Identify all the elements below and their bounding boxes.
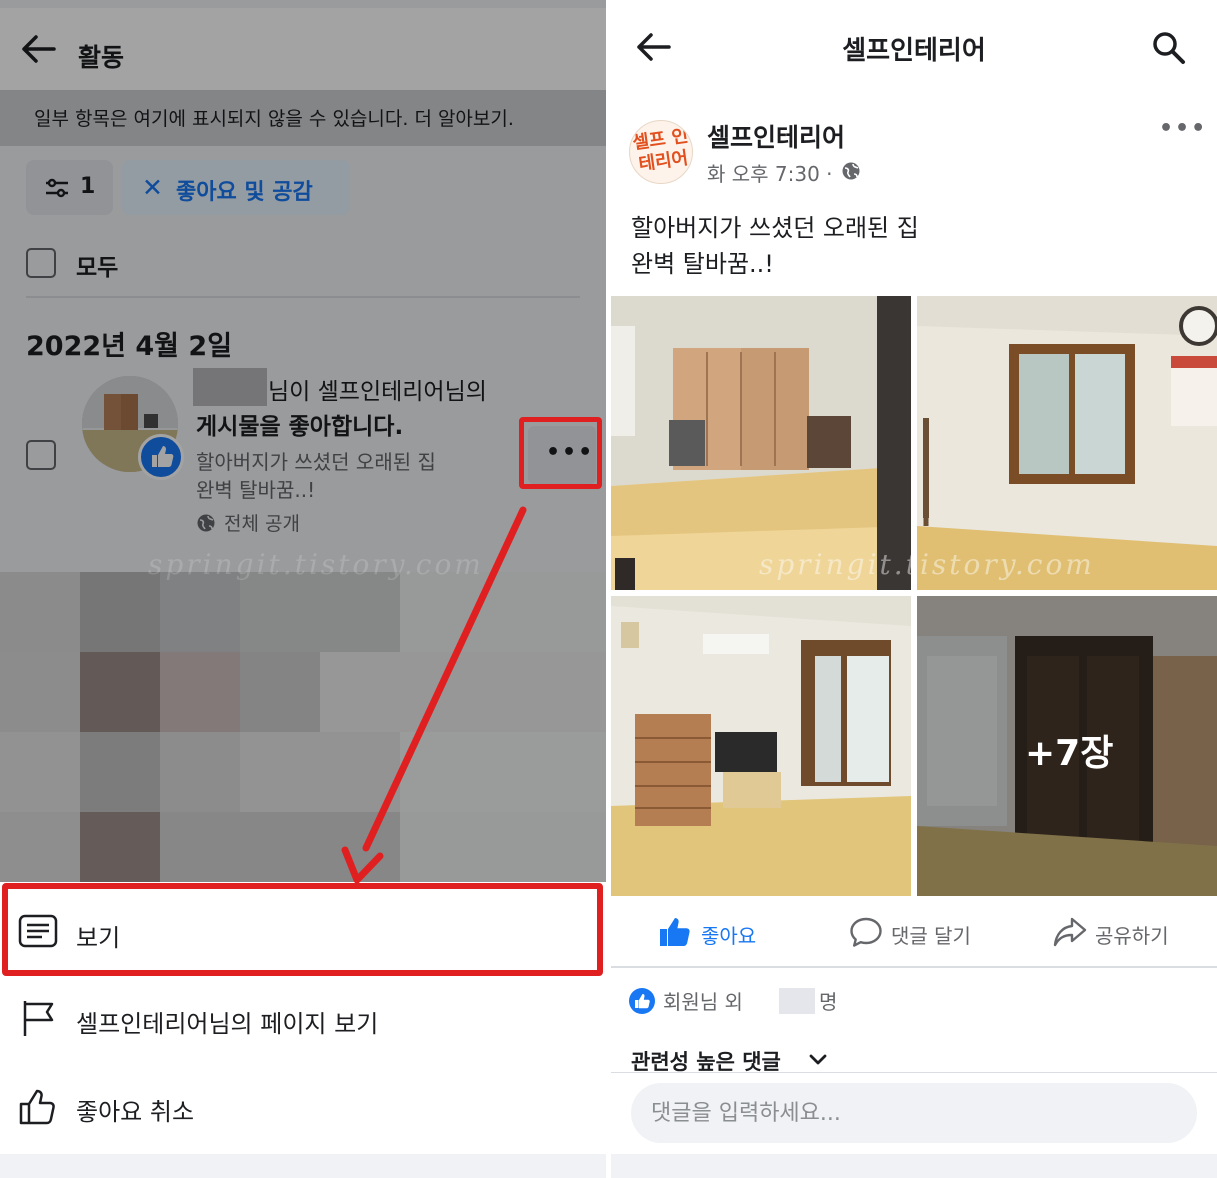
- sheet-item-view-page-label: 셀프인테리어님의 페이지 보기: [76, 1010, 379, 1038]
- watermark: springit.tistory.com: [148, 548, 484, 581]
- bottom-strip: [611, 1154, 1217, 1178]
- divider: [611, 966, 1217, 968]
- comment-icon: [850, 917, 882, 947]
- comment-input[interactable]: [631, 1083, 1197, 1143]
- post-photo-more[interactable]: +7장: [917, 596, 1217, 896]
- share-icon: [1053, 917, 1087, 947]
- search-icon[interactable]: [1151, 30, 1187, 70]
- more-photos-count: +7장: [1025, 733, 1114, 774]
- like-button[interactable]: 좋아요: [659, 916, 756, 950]
- post-text-line1: 할아버지가 쓰셨던 오래된 집: [631, 214, 919, 242]
- sheet-item-view-page[interactable]: 셀프인테리어님의 페이지 보기: [0, 978, 606, 1066]
- annotation-highlight-more: [519, 417, 602, 489]
- post-photo-3[interactable]: [611, 596, 911, 896]
- post-action-bar: 좋아요 댓글 달기 공유하기: [611, 900, 1217, 966]
- reaction-suffix: 명: [819, 990, 838, 1014]
- redacted-count: [779, 988, 815, 1014]
- comment-label: 댓글 달기: [891, 924, 971, 948]
- thumbs-up-outline-icon: [18, 1088, 58, 1130]
- sheet-item-unlike[interactable]: 좋아요 취소: [0, 1066, 606, 1154]
- more-dots-icon[interactable]: •••: [1159, 116, 1207, 141]
- page-title: 셀프인테리어: [842, 36, 986, 66]
- like-label: 좋아요: [701, 924, 757, 948]
- flag-icon: [18, 998, 58, 1042]
- reaction-prefix: 회원님 외: [663, 990, 743, 1014]
- page-avatar[interactable]: 셀프 인테리어: [629, 120, 693, 184]
- post-photo-1[interactable]: [611, 296, 911, 590]
- activity-log-panel: 활동 일부 항목은 여기에 표시되지 않을 수 있습니다. 더 알아보기. 1 …: [0, 0, 606, 1178]
- globe-icon: [841, 161, 861, 185]
- annotation-highlight-view: [2, 883, 603, 976]
- post-author[interactable]: 셀프인테리어: [707, 118, 845, 154]
- post-text-line2: 완벽 탈바꿈..!: [631, 250, 774, 278]
- share-label: 공유하기: [1095, 924, 1169, 948]
- post-detail-panel: 셀프인테리어 셀프 인테리어 셀프인테리어 화 오후 7:30 · ••• 할아…: [611, 0, 1217, 1178]
- modal-dim-overlay[interactable]: [0, 0, 606, 882]
- watermark: springit.tistory.com: [759, 548, 1095, 581]
- comment-button[interactable]: 댓글 달기: [849, 916, 971, 950]
- bottom-strip: [0, 1154, 606, 1178]
- share-button[interactable]: 공유하기: [1053, 916, 1169, 950]
- sheet-item-unlike-label: 좋아요 취소: [76, 1098, 195, 1126]
- chevron-down-icon[interactable]: [809, 1052, 827, 1071]
- post-photo-2[interactable]: [917, 296, 1217, 590]
- post-timestamp[interactable]: 화 오후 7:30 ·: [707, 158, 833, 187]
- like-thumb-icon: [660, 918, 690, 946]
- like-thumb-icon: [629, 988, 655, 1014]
- avatar-logo-text: 셀프 인테리어: [631, 125, 690, 176]
